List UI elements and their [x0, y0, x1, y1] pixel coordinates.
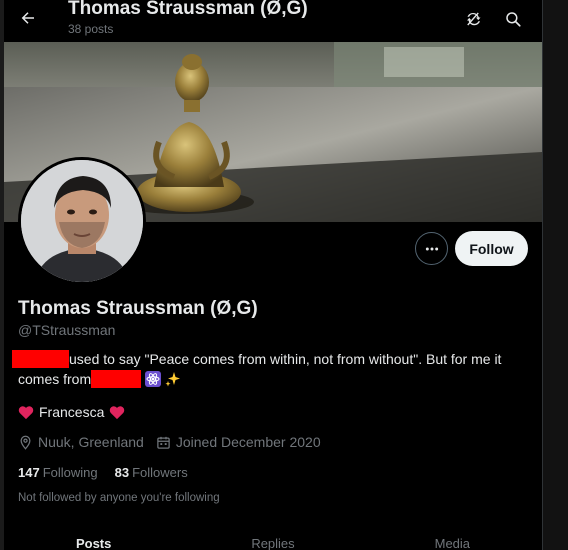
arrow-left-icon [21, 12, 34, 24]
bio-extra: Francesca [18, 404, 125, 420]
join-date-text: Joined December 2020 [175, 434, 321, 450]
bio: used to say "Peace comes from within, no… [12, 349, 532, 389]
following-label: Following [42, 465, 98, 480]
location-pin-icon [20, 435, 31, 450]
mutual-followers-note: Not followed by anyone you're following [18, 492, 220, 504]
profile-page: Thomas Straussman (Ø,G) 38 posts Follow … [0, 0, 568, 550]
following-link[interactable]: 147 Following [18, 465, 98, 480]
bio-line-1: used to say "Peace comes from within, no… [69, 351, 502, 367]
calendar-icon [157, 436, 170, 449]
tab-replies[interactable]: Replies [183, 536, 362, 550]
sync-button[interactable] [462, 8, 484, 30]
followers-label: Followers [132, 465, 188, 480]
tab-media[interactable]: Media [363, 536, 542, 550]
back-button[interactable] [16, 6, 40, 30]
display-name: Thomas Straussman (Ø,G) [18, 298, 258, 319]
avatar-image [21, 160, 143, 282]
more-options-button[interactable] [415, 232, 448, 265]
heart-icon [18, 405, 34, 419]
heart-icon [110, 405, 125, 419]
location: Nuuk, Greenland [18, 434, 144, 450]
post-count: 38 posts [68, 22, 114, 36]
right-edge [542, 0, 568, 550]
atom-emoji-icon [145, 371, 162, 387]
bio-line-2: comes from [18, 371, 92, 387]
more-icon [425, 247, 438, 250]
bio-extra-text: Francesca [39, 404, 105, 420]
join-date: Joined December 2020 [156, 434, 321, 450]
redaction-block [12, 350, 69, 368]
follow-button[interactable]: Follow [455, 231, 528, 266]
profile-meta: Nuuk, Greenland Joined December 2020 [18, 434, 321, 450]
header-title: Thomas Straussman (Ø,G) [68, 0, 308, 19]
handle: @TStraussman [18, 322, 116, 338]
follow-counts: 147 Following 83 Followers [18, 465, 188, 480]
profile-tabs: Posts Replies Media [4, 536, 542, 550]
location-text: Nuuk, Greenland [38, 434, 144, 450]
redaction-block [91, 370, 142, 388]
avatar[interactable] [18, 157, 146, 285]
followers-count: 83 [114, 465, 130, 480]
sync-icon [467, 12, 481, 26]
followers-link[interactable]: 83 Followers [115, 465, 188, 480]
sparkles-emoji-icon [165, 372, 180, 387]
search-icon [506, 12, 521, 27]
tab-posts[interactable]: Posts [4, 536, 183, 550]
profile-header: Thomas Straussman (Ø,G) 38 posts [4, 0, 542, 42]
search-button[interactable] [502, 8, 524, 30]
following-count: 147 [18, 465, 40, 480]
